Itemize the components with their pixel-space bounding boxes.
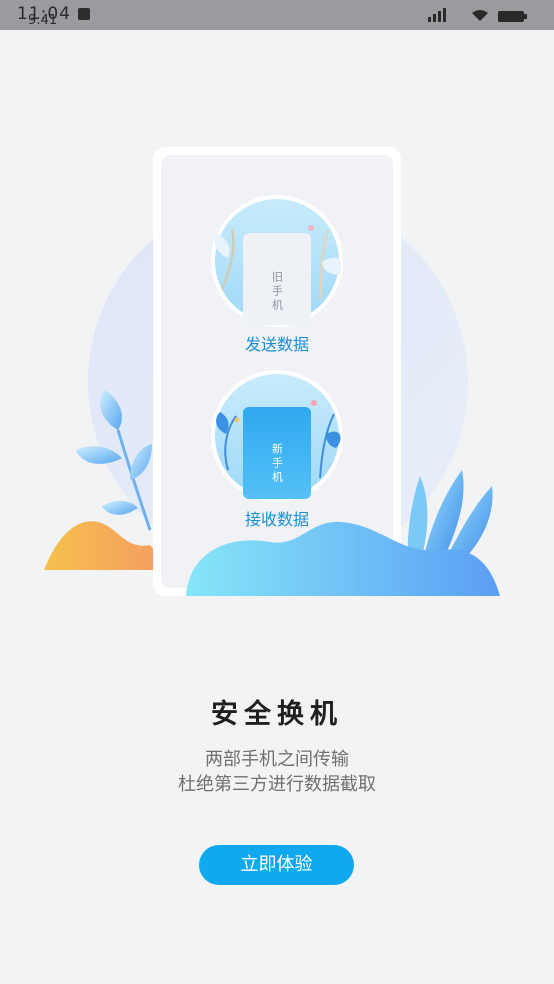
- send-data-label: 发送数据: [245, 335, 309, 354]
- try-now-button[interactable]: 立即体验: [199, 845, 354, 885]
- receive-data-label: 接收数据: [245, 510, 309, 529]
- battery-icon: [498, 11, 527, 22]
- status-time-overlay: 9:41: [28, 13, 58, 28]
- notification-icon: [78, 8, 90, 20]
- status-bar: 11:04 9:41: [0, 0, 554, 30]
- subtitle-line-2: 杜绝第三方进行数据截取: [178, 774, 376, 795]
- wifi-icon: [472, 9, 488, 21]
- status-icons: [428, 8, 527, 22]
- hero-illustration: 旧手机 新手机 发送数据 接收数据: [44, 147, 500, 596]
- page-title: 安全换机: [211, 699, 343, 730]
- new-phone-label: 新手机: [271, 442, 284, 485]
- signal-icon: [428, 8, 446, 22]
- old-phone-label: 旧手机: [271, 271, 284, 313]
- subtitle-line-1: 两部手机之间传输: [205, 749, 349, 770]
